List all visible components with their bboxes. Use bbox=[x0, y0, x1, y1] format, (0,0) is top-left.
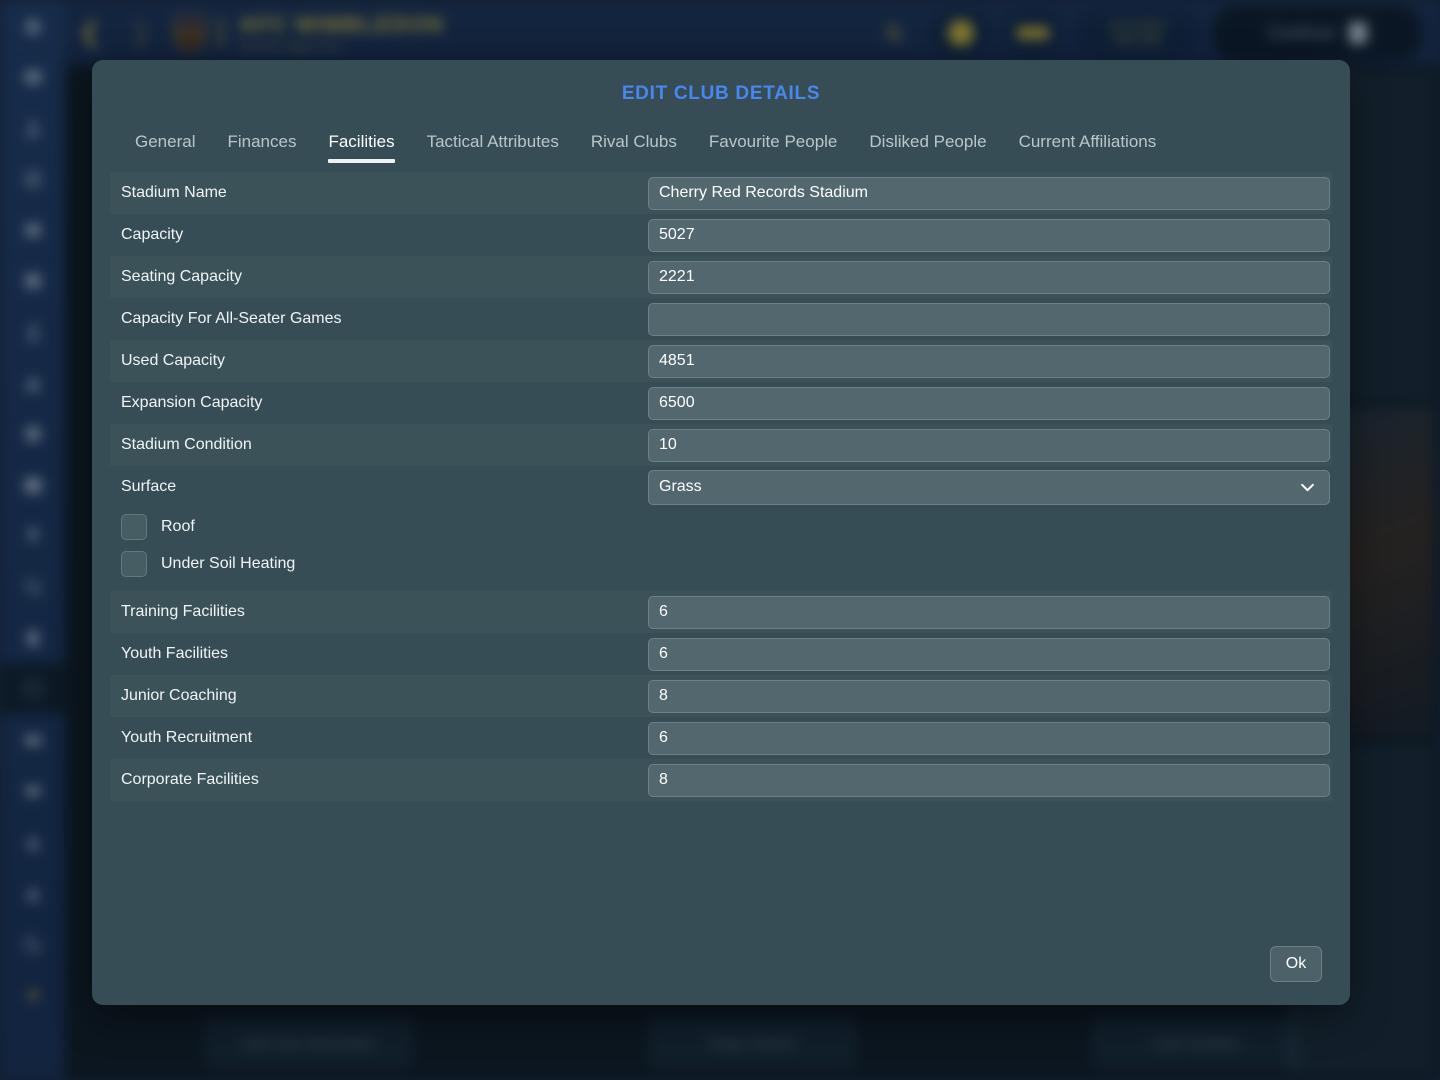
dialog-tab-bar: General Finances Facilities Tactical Att… bbox=[92, 105, 1350, 163]
checkbox-roof[interactable] bbox=[121, 513, 147, 540]
form-row-all-seater-capacity: Capacity For All-Seater Games bbox=[110, 298, 1332, 340]
input-stadium-name[interactable]: Cherry Red Records Stadium bbox=[648, 176, 1330, 210]
input-youth-facilities[interactable]: 6 bbox=[648, 637, 1330, 671]
label-stadium-condition: Stadium Condition bbox=[121, 436, 252, 453]
tab-general[interactable]: General bbox=[119, 132, 211, 163]
form-row-roof: Roof bbox=[110, 508, 1332, 545]
form-row-stadium-name: Stadium Name Cherry Red Records Stadium bbox=[110, 172, 1332, 214]
label-under-soil-heating: Under Soil Heating bbox=[161, 554, 296, 572]
label-youth-recruitment: Youth Recruitment bbox=[121, 729, 253, 746]
dialog-title: EDIT CLUB DETAILS bbox=[621, 83, 821, 104]
form-spacer bbox=[110, 582, 1332, 591]
chevron-down-icon bbox=[1301, 483, 1314, 491]
form-row-junior-coaching: Junior Coaching 8 bbox=[110, 675, 1332, 717]
tab-disliked-people[interactable]: Disliked People bbox=[853, 132, 1002, 163]
input-expansion-capacity[interactable]: 6500 bbox=[648, 386, 1330, 420]
label-junior-coaching: Junior Coaching bbox=[121, 687, 237, 704]
form-row-youth-recruitment: Youth Recruitment 6 bbox=[110, 717, 1332, 759]
label-training-facilities: Training Facilities bbox=[121, 603, 245, 620]
label-youth-facilities: Youth Facilities bbox=[121, 645, 229, 662]
input-corporate-facilities[interactable]: 8 bbox=[648, 763, 1330, 797]
dialog-footer: Ok bbox=[1270, 946, 1322, 982]
form-row-corporate-facilities: Corporate Facilities 8 bbox=[110, 759, 1332, 801]
tab-tactical-attributes[interactable]: Tactical Attributes bbox=[411, 132, 575, 163]
tab-facilities[interactable]: Facilities bbox=[312, 132, 410, 163]
tab-favourite-people[interactable]: Favourite People bbox=[693, 132, 854, 163]
form-row-expansion-capacity: Expansion Capacity 6500 bbox=[110, 382, 1332, 424]
form-row-seating-capacity: Seating Capacity 2221 bbox=[110, 256, 1332, 298]
input-training-facilities[interactable]: 6 bbox=[648, 595, 1330, 629]
label-expansion-capacity: Expansion Capacity bbox=[121, 394, 263, 411]
input-junior-coaching[interactable]: 8 bbox=[648, 679, 1330, 713]
label-all-seater-capacity: Capacity For All-Seater Games bbox=[121, 310, 342, 327]
input-used-capacity[interactable]: 4851 bbox=[648, 344, 1330, 378]
select-surface[interactable]: Grass bbox=[648, 469, 1330, 505]
ok-button[interactable]: Ok bbox=[1270, 946, 1322, 982]
edit-club-details-dialog: EDIT CLUB DETAILS General Finances Facil… bbox=[92, 60, 1350, 1005]
label-surface: Surface bbox=[121, 478, 177, 495]
form-row-youth-facilities: Youth Facilities 6 bbox=[110, 633, 1332, 675]
form-row-surface: Surface Grass bbox=[110, 466, 1332, 508]
facilities-form: Stadium Name Cherry Red Records Stadium … bbox=[92, 172, 1350, 801]
label-roof: Roof bbox=[161, 517, 195, 535]
select-surface-value: Grass bbox=[659, 478, 702, 495]
input-all-seater-capacity[interactable] bbox=[648, 302, 1330, 336]
input-youth-recruitment[interactable]: 6 bbox=[648, 721, 1330, 755]
tab-rival-clubs[interactable]: Rival Clubs bbox=[575, 132, 693, 163]
label-used-capacity: Used Capacity bbox=[121, 352, 226, 369]
tab-finances[interactable]: Finances bbox=[211, 132, 312, 163]
form-row-stadium-condition: Stadium Condition 10 bbox=[110, 424, 1332, 466]
input-seating-capacity[interactable]: 2221 bbox=[648, 260, 1330, 294]
input-capacity[interactable]: 5027 bbox=[648, 218, 1330, 252]
label-capacity: Capacity bbox=[121, 226, 184, 243]
form-row-training-facilities: Training Facilities 6 bbox=[110, 591, 1332, 633]
tab-current-affiliations[interactable]: Current Affiliations bbox=[1003, 132, 1173, 163]
form-row-used-capacity: Used Capacity 4851 bbox=[110, 340, 1332, 382]
label-seating-capacity: Seating Capacity bbox=[121, 268, 242, 285]
form-row-capacity: Capacity 5027 bbox=[110, 214, 1332, 256]
input-stadium-condition[interactable]: 10 bbox=[648, 428, 1330, 462]
checkbox-under-soil-heating[interactable] bbox=[121, 550, 147, 577]
label-stadium-name: Stadium Name bbox=[121, 184, 227, 201]
label-corporate-facilities: Corporate Facilities bbox=[121, 771, 259, 788]
form-row-under-soil-heating: Under Soil Heating bbox=[110, 545, 1332, 582]
